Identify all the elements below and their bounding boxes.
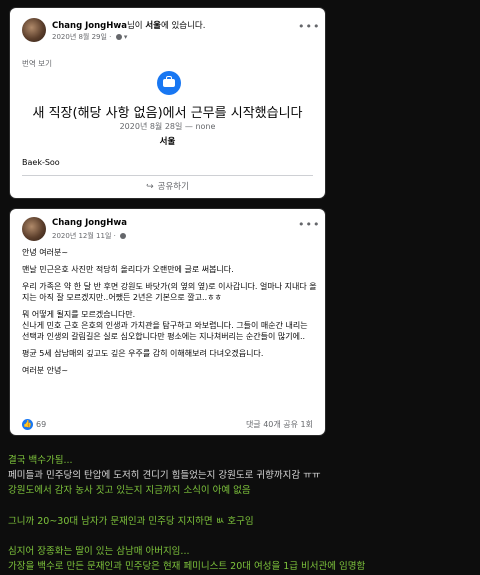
text-post-card: Chang JongHwa 2020년 12월 11일 · ••• 안녕 여러분… [10, 209, 325, 435]
post-meta: 2020년 8월 29일 · ▾ [52, 33, 128, 41]
checkin-suffix: 님이 [126, 21, 143, 31]
more-options-icon[interactable]: ••• [298, 218, 320, 231]
share-label: 공유하기 [157, 182, 189, 192]
audience-globe-icon[interactable] [115, 34, 122, 40]
post-date[interactable]: 2020년 12월 11일 [52, 232, 111, 240]
post-paragraph: 신나게 민호 근호 은호의 인생과 가치관을 탐구하고 와보렵니다. 그들이 매… [22, 321, 308, 341]
reaction-count: 69 [36, 420, 47, 429]
see-translation-link[interactable]: 번역 보기 [22, 58, 52, 69]
avatar[interactable] [22, 217, 46, 241]
reactions-summary[interactable]: 👍 69 [22, 419, 46, 430]
comments-shares-count[interactable]: 댓글 40개 공유 1회 [246, 419, 313, 430]
caption-line: 가장을 백수로 만든 문재인과 민주당은 현재 페미니스트 20대 여성을 1급… [8, 561, 366, 572]
post-paragraph: 여러분 안녕~ [22, 366, 69, 375]
audience-caret-icon[interactable]: ▾ [124, 33, 128, 41]
author-name[interactable]: Chang JongHwa [52, 21, 127, 31]
caption-line: 결국 백수가됨... [8, 455, 73, 466]
caption-line: 그니까 20~30대 남자가 문재인과 민주당 지지하면 ㅄ 호구임 [8, 516, 254, 527]
life-event-date-range: 2020년 8월 28일 — none [119, 122, 216, 131]
checkin-tail: 에 있습니다. [160, 21, 206, 31]
author-name[interactable]: Chang JongHwa [52, 218, 127, 228]
briefcase-icon [157, 71, 181, 95]
post-paragraph: 안녕 여러분~ [22, 248, 69, 257]
caption-line: 강원도에서 감자 농사 짓고 있는지 지금까지 소식이 아예 없음 [8, 485, 251, 496]
avatar[interactable] [22, 18, 46, 42]
divider [22, 175, 313, 176]
life-event-post-card: Chang JongHwa님이 서울에 있습니다. 2020년 8월 29일 ·… [10, 8, 325, 198]
post-body: 안녕 여러분~ 맨날 민근은호 사진만 적당히 올리다가 오랜만에 글로 써봅니… [22, 247, 317, 382]
post-paragraph: 뭐 어떻게 될지를 모르겠습니다만. [22, 310, 136, 319]
audience-globe-icon[interactable] [120, 233, 127, 239]
post-header-line: Chang JongHwa [52, 218, 127, 228]
share-button[interactable]: ↪ 공유하기 [10, 180, 325, 192]
post-header-line: Chang JongHwa님이 서울에 있습니다. [52, 19, 205, 31]
post-paragraph: 평균 5세 삼남매의 깊고도 깊은 우주를 감히 이해해보려 다녀오겠읍니다. [22, 349, 264, 358]
post-paragraph: 맨날 민근은호 사진만 적당히 올리다가 오랜만에 글로 써봅니다. [22, 265, 234, 274]
checkin-place[interactable]: 서울 [145, 21, 161, 31]
share-icon: ↪ [146, 182, 154, 192]
post-body-text: Baek-Soo [22, 158, 60, 167]
caption-line: 페미들과 민주당의 탄압에 도저히 견디기 힘들었는지 강원도로 귀향까지감 ㅠ… [8, 470, 321, 481]
post-date[interactable]: 2020년 8월 29일 [52, 33, 107, 41]
post-paragraph: 우리 가족은 약 한 달 반 후면 강원도 바닷가(의 옆의 옆)로 이사갑니다… [22, 282, 317, 302]
post-meta: 2020년 12월 11일 · [52, 231, 127, 241]
like-icon: 👍 [22, 419, 33, 430]
more-options-icon[interactable]: ••• [298, 20, 320, 33]
life-event-location: 서울 [159, 137, 176, 147]
caption-line: 심지어 장종화는 딸이 있는 삼남매 아버지임... [8, 546, 190, 557]
life-event-headline: 새 직장(해당 사항 없음)에서 근무를 시작했습니다 [32, 106, 303, 121]
